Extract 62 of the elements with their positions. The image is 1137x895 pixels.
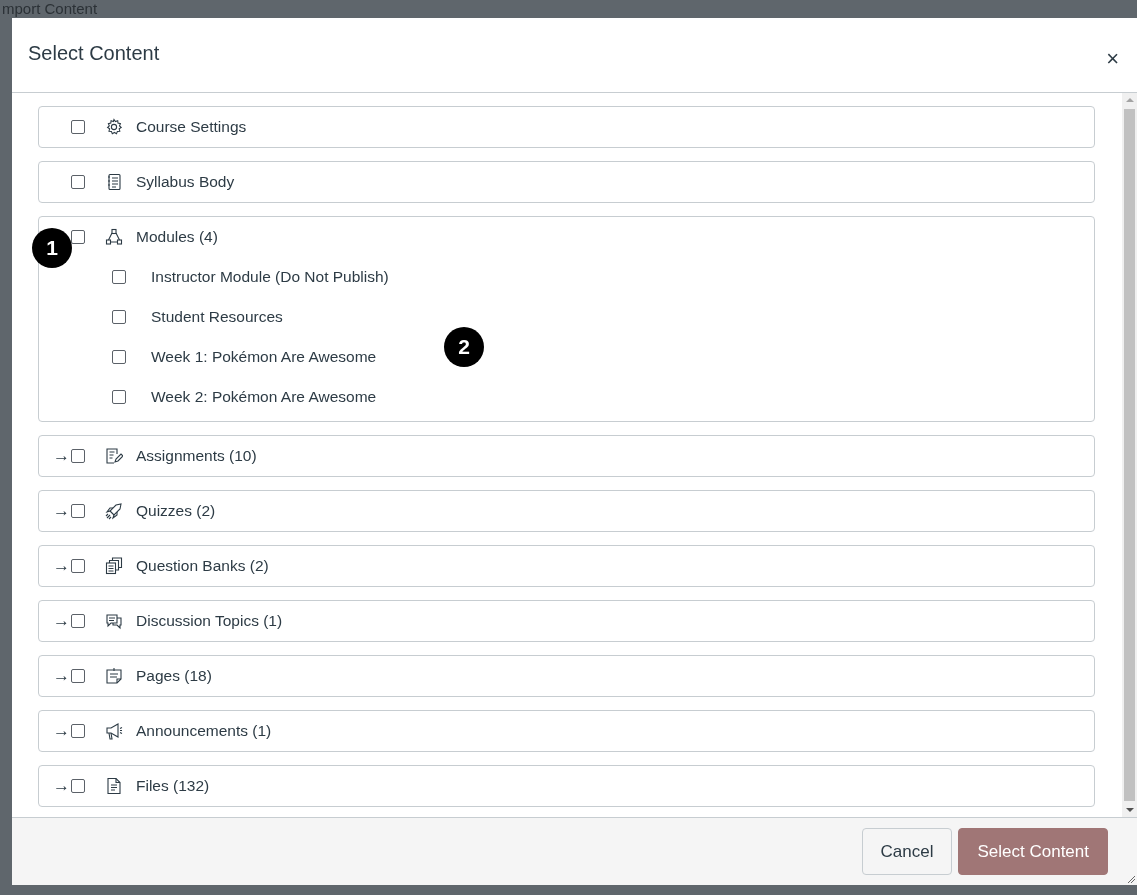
- content-item[interactable]: → Pages (18): [38, 655, 1095, 697]
- rocket-icon: [105, 502, 123, 520]
- document-icon: [105, 777, 123, 795]
- document-list-icon: [105, 173, 123, 191]
- gear-icon: [105, 118, 123, 136]
- expand-arrow[interactable]: →: [53, 721, 70, 740]
- document-pencil-icon: [105, 447, 123, 465]
- checkbox[interactable]: [71, 559, 85, 573]
- checkbox[interactable]: [112, 270, 126, 284]
- checkbox[interactable]: [71, 669, 85, 683]
- checkbox[interactable]: [112, 390, 126, 404]
- item-label: Assignments (10): [136, 447, 257, 465]
- checkbox[interactable]: [71, 724, 85, 738]
- resize-grip-icon: [1126, 874, 1136, 884]
- content-item[interactable]: → Question Banks (2): [38, 545, 1095, 587]
- item-label: Modules (4): [136, 228, 218, 246]
- item-label: Announcements (1): [136, 722, 272, 740]
- item-label: Question Banks (2): [136, 557, 269, 575]
- content-item[interactable]: → Announcements (1): [38, 710, 1095, 752]
- checkbox[interactable]: [112, 310, 126, 324]
- item-label: Quizzes (2): [136, 502, 216, 520]
- checkbox[interactable]: [71, 120, 85, 134]
- checkbox[interactable]: [71, 175, 85, 189]
- close-button[interactable]: ×: [1104, 46, 1121, 72]
- checkbox[interactable]: [71, 449, 85, 463]
- checkbox[interactable]: [112, 350, 126, 364]
- checkbox[interactable]: [71, 230, 85, 244]
- step-badge: 2: [444, 327, 484, 367]
- module-label: Week 1: Pokémon Are Awesome: [151, 348, 377, 366]
- content-item[interactable]: → Assignments (10): [38, 435, 1095, 477]
- content-item[interactable]: → Quizzes (2): [38, 490, 1095, 532]
- content-item[interactable]: Course Settings: [38, 106, 1095, 148]
- expand-arrow[interactable]: →: [53, 556, 70, 575]
- expand-arrow[interactable]: →: [53, 446, 70, 465]
- megaphone-icon: [105, 722, 123, 740]
- cancel-button[interactable]: Cancel: [861, 828, 953, 875]
- item-label: Syllabus Body: [136, 173, 235, 191]
- item-label: Files (132): [136, 777, 210, 795]
- module-label: Week 2: Pokémon Are Awesome: [151, 388, 377, 406]
- expand-arrow[interactable]: →: [53, 666, 70, 685]
- speech-bubbles-icon: [105, 612, 123, 630]
- module-label: Student Resources: [151, 308, 283, 326]
- content-item[interactable]: Syllabus Body: [38, 161, 1095, 203]
- item-label: Pages (18): [136, 667, 212, 685]
- notepad-icon: [105, 667, 123, 685]
- expand-arrow[interactable]: →: [53, 501, 70, 520]
- content-item[interactable]: → Files (132): [38, 765, 1095, 807]
- nodes-icon: [105, 228, 123, 246]
- step-badge: 1: [32, 228, 72, 268]
- checkbox[interactable]: [71, 614, 85, 628]
- stacked-documents-icon: [105, 557, 123, 575]
- item-label: Discussion Topics (1): [136, 612, 283, 630]
- item-label: Course Settings: [136, 118, 247, 136]
- module-label: Instructor Module (Do Not Publish): [151, 268, 389, 286]
- dialog-title: Select Content: [28, 41, 160, 65]
- checkbox[interactable]: [71, 779, 85, 793]
- expand-arrow[interactable]: →: [53, 611, 70, 630]
- content-item[interactable]: → Discussion Topics (1): [38, 600, 1095, 642]
- checkbox[interactable]: [71, 504, 85, 518]
- scrollbar[interactable]: [1122, 93, 1137, 817]
- select-button[interactable]: Select Content: [958, 828, 1108, 875]
- expand-arrow[interactable]: →: [53, 776, 70, 795]
